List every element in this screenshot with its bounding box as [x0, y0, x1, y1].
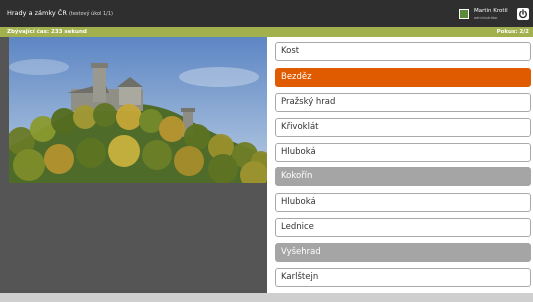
- app-title: Hrady a zámky ČR (testový úkol 1/1): [7, 9, 113, 17]
- answer-option[interactable]: Kost: [275, 42, 531, 61]
- power-icon: [519, 9, 527, 19]
- answer-option[interactable]: Pražský hrad: [275, 93, 531, 112]
- status-bar: Zbývající čas: 233 sekund Pokus: 2/2: [0, 27, 533, 37]
- answer-option[interactable]: Karlštejn: [275, 268, 531, 287]
- task-counter: (testový úkol 1/1): [68, 11, 113, 17]
- attempt-counter: Pokus: 2/2: [496, 29, 529, 35]
- answer-option: Vyšehrad: [275, 243, 531, 262]
- app-title-text: Hrady a zámky ČR: [7, 9, 67, 17]
- user-role: administrátor: [474, 16, 498, 20]
- answer-list: Kost Bezděz Pražský hrad Křivoklát Hluboká Ko…: [267, 37, 533, 293]
- answer-option[interactable]: Lednice: [275, 218, 531, 237]
- answer-option[interactable]: Křivoklát: [275, 118, 531, 137]
- top-bar: Hrady a zámky ČR (testový úkol 1/1) Mart…: [0, 0, 533, 27]
- castle-photo: [9, 37, 267, 183]
- answer-option[interactable]: Hluboká: [275, 143, 531, 162]
- user-avatar-icon[interactable]: [459, 9, 469, 19]
- time-remaining: Zbývající čas: 233 sekund: [7, 29, 87, 35]
- answer-option: Kokořín: [275, 167, 531, 186]
- logout-button[interactable]: [517, 8, 529, 20]
- answer-option[interactable]: Hluboká: [275, 193, 531, 212]
- bottom-strip: [0, 293, 533, 302]
- answer-option[interactable]: Bezděz: [275, 68, 531, 87]
- user-name[interactable]: Martin Krotil: [474, 8, 508, 14]
